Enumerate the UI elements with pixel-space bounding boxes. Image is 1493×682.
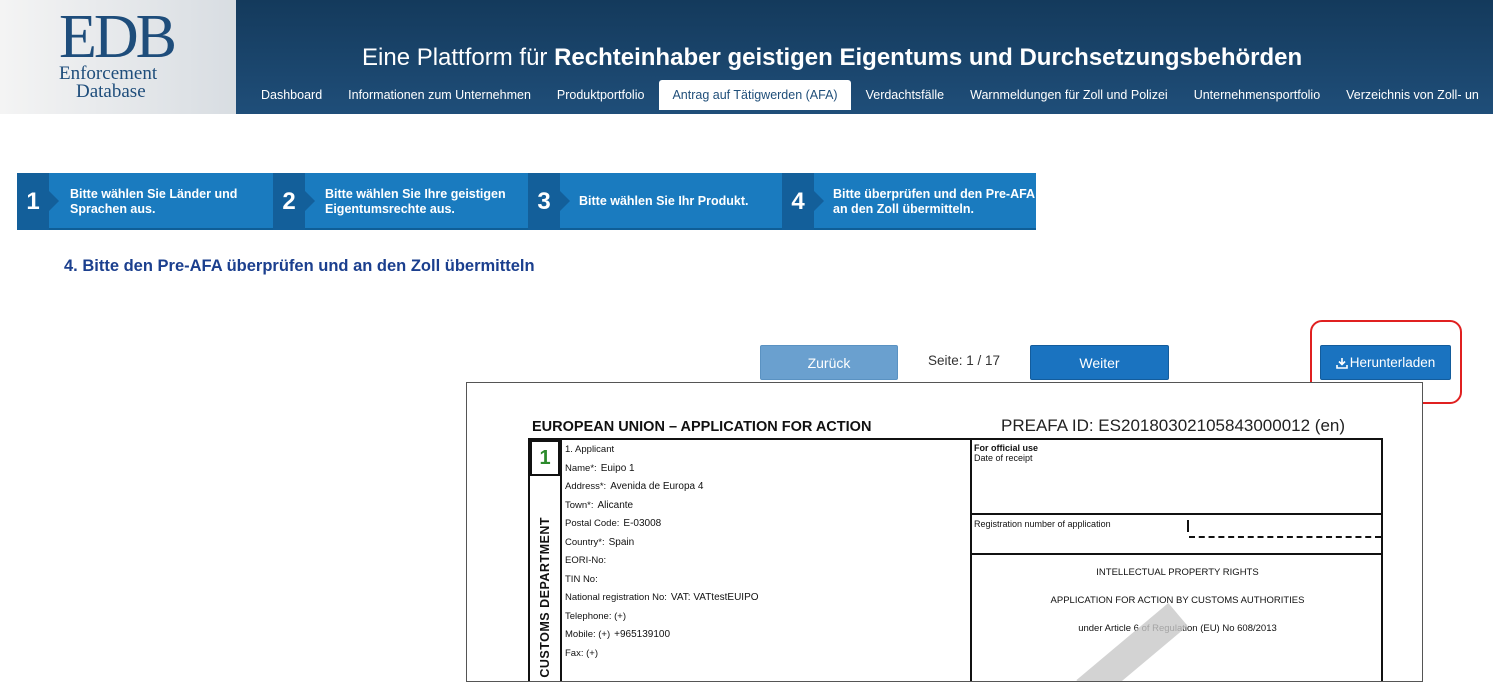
field-row: Town*: Alicante: [565, 499, 634, 511]
app-header: EDB Enforcement Database Eine Plattform …: [0, 0, 1493, 114]
logo-main-text: EDB: [59, 3, 177, 71]
wizard-steps: 1 Bitte wählen Sie Länder und Sprachen a…: [17, 173, 1036, 230]
preafa-id: PREAFA ID: ES20180302105843000012 (en): [1001, 416, 1346, 435]
nav-item-suspected-cases[interactable]: Verdachtsfälle: [853, 80, 958, 110]
nav-item-alerts[interactable]: Warnmeldungen für Zoll und Polizei: [957, 80, 1181, 110]
field-row: Fax: (+): [565, 647, 598, 659]
field-row: Mobile: (+) +965139100: [565, 629, 671, 640]
step-number: 1: [17, 173, 59, 230]
field-row: Name*: Euipo 1: [565, 462, 635, 474]
official-use-section: For official use Date of receipt: [972, 440, 1383, 515]
step-number: 3: [528, 173, 570, 230]
registration-section: Registration number of application: [972, 515, 1383, 555]
step-number: 2: [273, 173, 315, 230]
field-row: Telephone: (+): [565, 610, 626, 622]
date-of-receipt-label: Date of receipt: [974, 453, 1033, 463]
next-button[interactable]: Weiter: [1030, 345, 1169, 380]
official-use-heading: For official use: [974, 443, 1039, 453]
field-row: Country*: Spain: [565, 536, 635, 548]
step-label: Bitte überprüfen und den Pre-AFA an den …: [833, 186, 1035, 216]
document-title: EUROPEAN UNION – APPLICATION FOR ACTION: [532, 419, 872, 435]
logo-line2: Database: [76, 81, 146, 102]
field-row: TIN No:: [565, 573, 598, 585]
back-button[interactable]: Zurück: [760, 345, 898, 380]
nav-item-afa[interactable]: Antrag auf Tätigwerden (AFA): [659, 80, 851, 110]
registration-label: Registration number of application: [974, 519, 1111, 529]
page-indicator: Seite: 1 / 17: [928, 353, 1001, 368]
edb-logo[interactable]: EDB Enforcement Database: [0, 0, 236, 114]
side-label: CUSTOMS DEPARTMENT: [538, 517, 552, 678]
ipr-heading: INTELLECTUAL PROPERTY RIGHTS APPLICATION…: [972, 555, 1383, 651]
field-row: Address*: Avenida de Europa 4: [565, 481, 704, 492]
divider: [560, 438, 562, 681]
nav-item-company-info[interactable]: Informationen zum Unternehmen: [335, 80, 544, 110]
registration-tick: [1187, 520, 1189, 532]
step-label: Bitte wählen Sie Ihr Produkt.: [579, 194, 749, 208]
applicant-fields: 1. Applicant Name*: Euipo 1 Address*: Aven…: [565, 441, 965, 663]
field-row: EORI-No:: [565, 555, 607, 566]
field-row: Postal Code: E-03008: [565, 518, 662, 529]
nav-item-product-portfolio[interactable]: Produktportfolio: [544, 80, 658, 110]
registration-dashline: [1189, 536, 1381, 538]
nav-item-company-portfolio[interactable]: Unternehmensportfolio: [1181, 80, 1333, 110]
step-label: Bitte wählen Sie Ihre geistigen Eigentum…: [325, 186, 506, 216]
section-title: 4. Bitte den Pre-AFA überprüfen und an d…: [64, 257, 535, 275]
page-tagline: Eine Plattform für Rechteinhaber geistig…: [362, 44, 1303, 71]
step-number: 4: [782, 173, 824, 230]
field-row: National registration No: VAT: VATtestEUI…: [565, 592, 759, 603]
box-number: 1: [530, 440, 560, 476]
ipr-line: INTELLECTUAL PROPERTY RIGHTS: [1096, 567, 1259, 578]
document-preview[interactable]: EUROPEAN UNION – APPLICATION FOR ACTION …: [466, 382, 1423, 682]
nav-item-directory[interactable]: Verzeichnis von Zoll- un: [1333, 80, 1492, 110]
nav-item-dashboard[interactable]: Dashboard: [248, 80, 335, 110]
step-label: Bitte wählen Sie Länder und Sprachen aus…: [70, 186, 238, 216]
main-nav: Dashboard Informationen zum Unternehmen …: [248, 80, 1492, 112]
field-row: 1. Applicant: [565, 444, 615, 455]
